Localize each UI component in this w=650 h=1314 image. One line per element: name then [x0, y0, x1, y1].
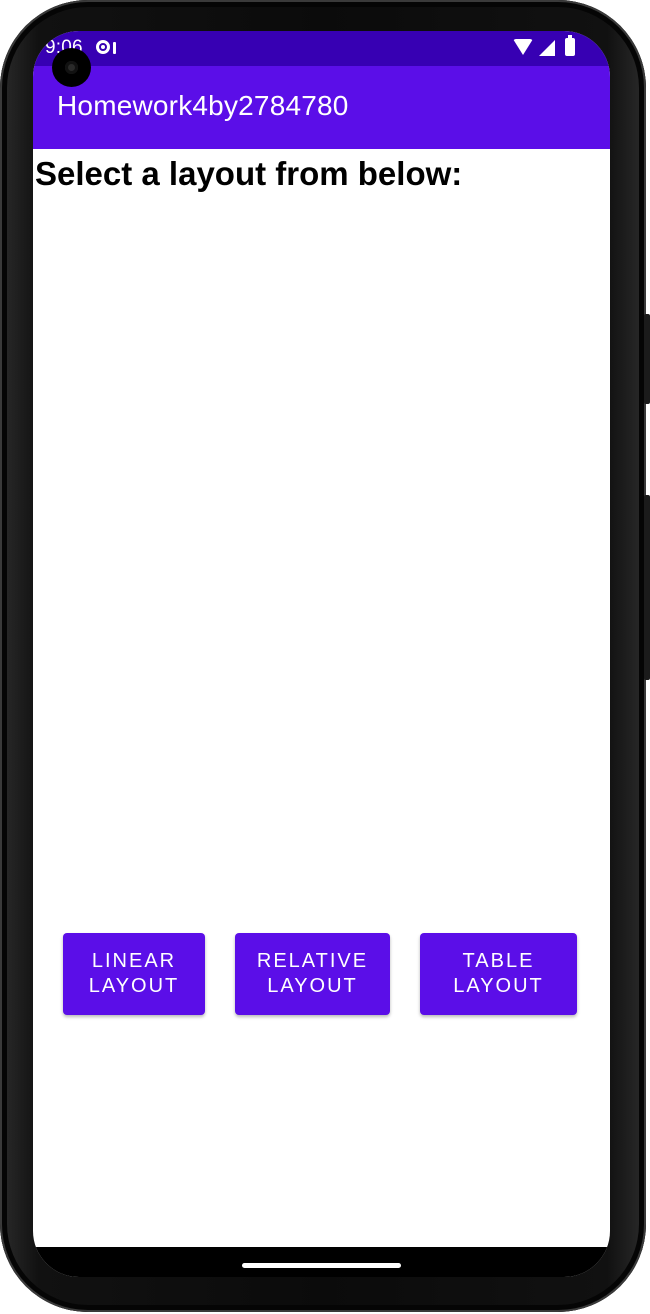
app-bar: Homework4by2784780 — [33, 66, 610, 149]
relative-layout-button-label: RELATIVE LAYOUT — [256, 950, 369, 997]
status-bar: 9:06 — [33, 31, 610, 66]
screen: 9:06 Homework4by2784780 Select a layout … — [33, 31, 610, 1277]
wifi-icon — [513, 39, 533, 55]
signal-icon — [539, 40, 555, 56]
relative-layout-button[interactable]: RELATIVE LAYOUT — [235, 933, 390, 1015]
page-heading: Select a layout from below: — [35, 155, 463, 192]
phone-device: 9:06 Homework4by2784780 Select a layout … — [0, 0, 650, 1314]
volume-button — [644, 314, 650, 404]
linear-layout-button-label: LINEAR LAYOUT — [88, 950, 180, 997]
home-handle[interactable] — [242, 1263, 401, 1268]
linear-layout-button[interactable]: LINEAR LAYOUT — [63, 933, 205, 1015]
table-layout-button[interactable]: TABLE LAYOUT — [420, 933, 577, 1015]
front-camera-icon — [52, 48, 91, 87]
alert-icon — [96, 40, 110, 54]
battery-icon — [565, 35, 575, 56]
app-title: Homework4by2784780 — [57, 90, 349, 121]
table-layout-button-label: TABLE LAYOUT — [453, 950, 544, 997]
navigation-bar — [33, 1247, 610, 1277]
alert-dot-icon — [113, 42, 116, 54]
power-button — [644, 495, 650, 680]
